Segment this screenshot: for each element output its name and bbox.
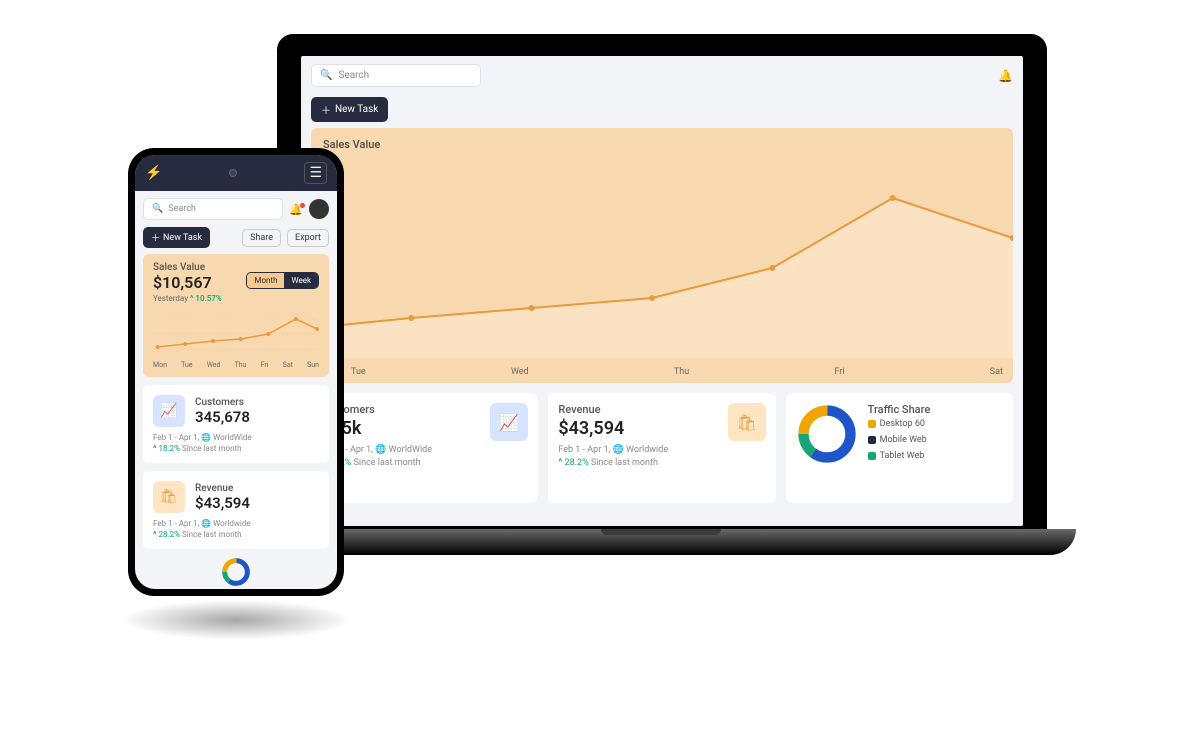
sales-chart-title: Sales Value bbox=[323, 138, 1001, 151]
customers-card-mobile[interactable]: 📈 Customers 345,678 Feb 1 - Apr 1, 🌐 Wor… bbox=[143, 385, 329, 463]
revenue-icon: 🛍 bbox=[153, 481, 185, 513]
sales-mini-chart bbox=[153, 309, 319, 359]
revenue-value: $43,594 bbox=[195, 494, 250, 512]
stat-cards-row: 📈 Customers 345k Feb 1 - Apr 1, 🌐 WorldW… bbox=[301, 383, 1023, 513]
customers-icon: 📈 bbox=[153, 395, 185, 427]
mobile-header: ⚡ ☰ bbox=[135, 155, 337, 191]
export-button[interactable]: Export bbox=[287, 229, 329, 247]
customers-delta: 18.2% Since last month bbox=[321, 458, 528, 468]
plus-icon: ＋ bbox=[151, 231, 160, 244]
traffic-donut-chart bbox=[796, 403, 858, 465]
revenue-card-mobile[interactable]: 🛍 Revenue $43,594 Feb 1 - Apr 1, 🌐 World… bbox=[143, 471, 329, 549]
revenue-delta: 28.2% Since last month bbox=[558, 458, 765, 468]
x-label: Fri bbox=[834, 367, 844, 377]
dashboard-mobile: ⚡ ☰ 🔍 Search 🔔 ＋ New Task Share Export S… bbox=[135, 155, 337, 589]
menu-burger-icon[interactable]: ☰ bbox=[304, 162, 327, 184]
toggle-week[interactable]: Week bbox=[284, 273, 318, 288]
notification-bell-icon[interactable]: 🔔 bbox=[289, 203, 303, 216]
new-task-label: New Task bbox=[163, 233, 202, 243]
revenue-delta: 28.2% Since last month bbox=[153, 530, 319, 539]
sales-line-chart bbox=[311, 158, 1013, 358]
sales-chart-panel: Sales Value Tue Wed Thu Fri Sat bbox=[311, 128, 1013, 383]
mobile-toolbar: ＋ New Task Share Export bbox=[135, 227, 337, 254]
laptop-screen: 🔍 Search 🔔 ＋ New Task Sales Value bbox=[277, 34, 1047, 544]
toggle-month[interactable]: Month bbox=[247, 273, 284, 288]
yesterday-delta: Yesterday ^ 10.57% bbox=[153, 294, 319, 303]
notification-bell-icon[interactable]: 🔔 bbox=[998, 69, 1013, 83]
customers-range: Feb 1 - Apr 1, 🌐 WorldWide bbox=[153, 433, 319, 442]
search-placeholder: Search bbox=[168, 204, 196, 214]
customers-title: Customers bbox=[195, 397, 250, 408]
search-input[interactable]: 🔍 Search bbox=[143, 198, 283, 220]
period-toggle: Month Week bbox=[246, 272, 319, 289]
share-button[interactable]: Share bbox=[242, 229, 281, 247]
customers-card[interactable]: 📈 Customers 345k Feb 1 - Apr 1, 🌐 WorldW… bbox=[311, 393, 538, 503]
x-label: Tue bbox=[351, 367, 366, 377]
revenue-range: Feb 1 - Apr 1, 🌐 Worldwide bbox=[153, 519, 319, 528]
traffic-donut-mobile bbox=[186, 557, 286, 587]
user-avatar[interactable] bbox=[309, 199, 329, 219]
phone-mockup: ⚡ ☰ 🔍 Search 🔔 ＋ New Task Share Export S… bbox=[128, 148, 344, 596]
phone-shadow bbox=[120, 600, 352, 640]
customers-icon: 📈 bbox=[490, 403, 528, 441]
new-task-button[interactable]: ＋ New Task bbox=[143, 227, 210, 248]
revenue-title: Revenue bbox=[195, 483, 250, 494]
new-task-button[interactable]: ＋ New Task bbox=[311, 97, 388, 122]
mobile-topbar: 🔍 Search 🔔 bbox=[135, 191, 337, 227]
laptop-mockup: 🔍 Search 🔔 ＋ New Task Sales Value bbox=[246, 34, 1076, 609]
mini-chart-labels: MonTueWed ThuFriSatSun bbox=[153, 361, 319, 369]
revenue-icon: 🛍 bbox=[728, 403, 766, 441]
plus-icon: ＋ bbox=[321, 102, 331, 117]
chart-x-labels: Tue Wed Thu Fri Sat bbox=[351, 367, 1003, 377]
customers-range: Feb 1 - Apr 1, 🌐 WorldWide bbox=[321, 445, 528, 455]
search-placeholder: Search bbox=[338, 70, 369, 81]
x-label: Sat bbox=[990, 367, 1003, 377]
sales-card-mobile: Sales Value $10,567 Month Week Yesterday… bbox=[143, 254, 329, 377]
search-input[interactable]: 🔍 Search bbox=[311, 64, 481, 87]
search-icon: 🔍 bbox=[152, 204, 163, 214]
customers-delta: 18.2% Since last month bbox=[153, 444, 319, 453]
new-task-label: New Task bbox=[335, 104, 378, 115]
topbar: 🔍 Search 🔔 bbox=[301, 56, 1023, 95]
traffic-card[interactable]: Traffic Share Desktop 60 Mobile Web Tabl… bbox=[786, 393, 1013, 503]
laptop-lip bbox=[601, 529, 721, 535]
x-label: Wed bbox=[511, 367, 529, 377]
revenue-range: Feb 1 - Apr 1, 🌐 Worldwide bbox=[558, 445, 765, 455]
search-icon: 🔍 bbox=[320, 70, 332, 81]
customers-value: 345,678 bbox=[195, 408, 250, 426]
dashboard-desktop: 🔍 Search 🔔 ＋ New Task Sales Value bbox=[301, 56, 1023, 526]
logo-bolt-icon[interactable]: ⚡ bbox=[145, 165, 162, 181]
camera-dot bbox=[229, 169, 237, 177]
x-label: Thu bbox=[674, 367, 689, 377]
revenue-card[interactable]: 🛍 Revenue $43,594 Feb 1 - Apr 1, 🌐 World… bbox=[548, 393, 775, 503]
